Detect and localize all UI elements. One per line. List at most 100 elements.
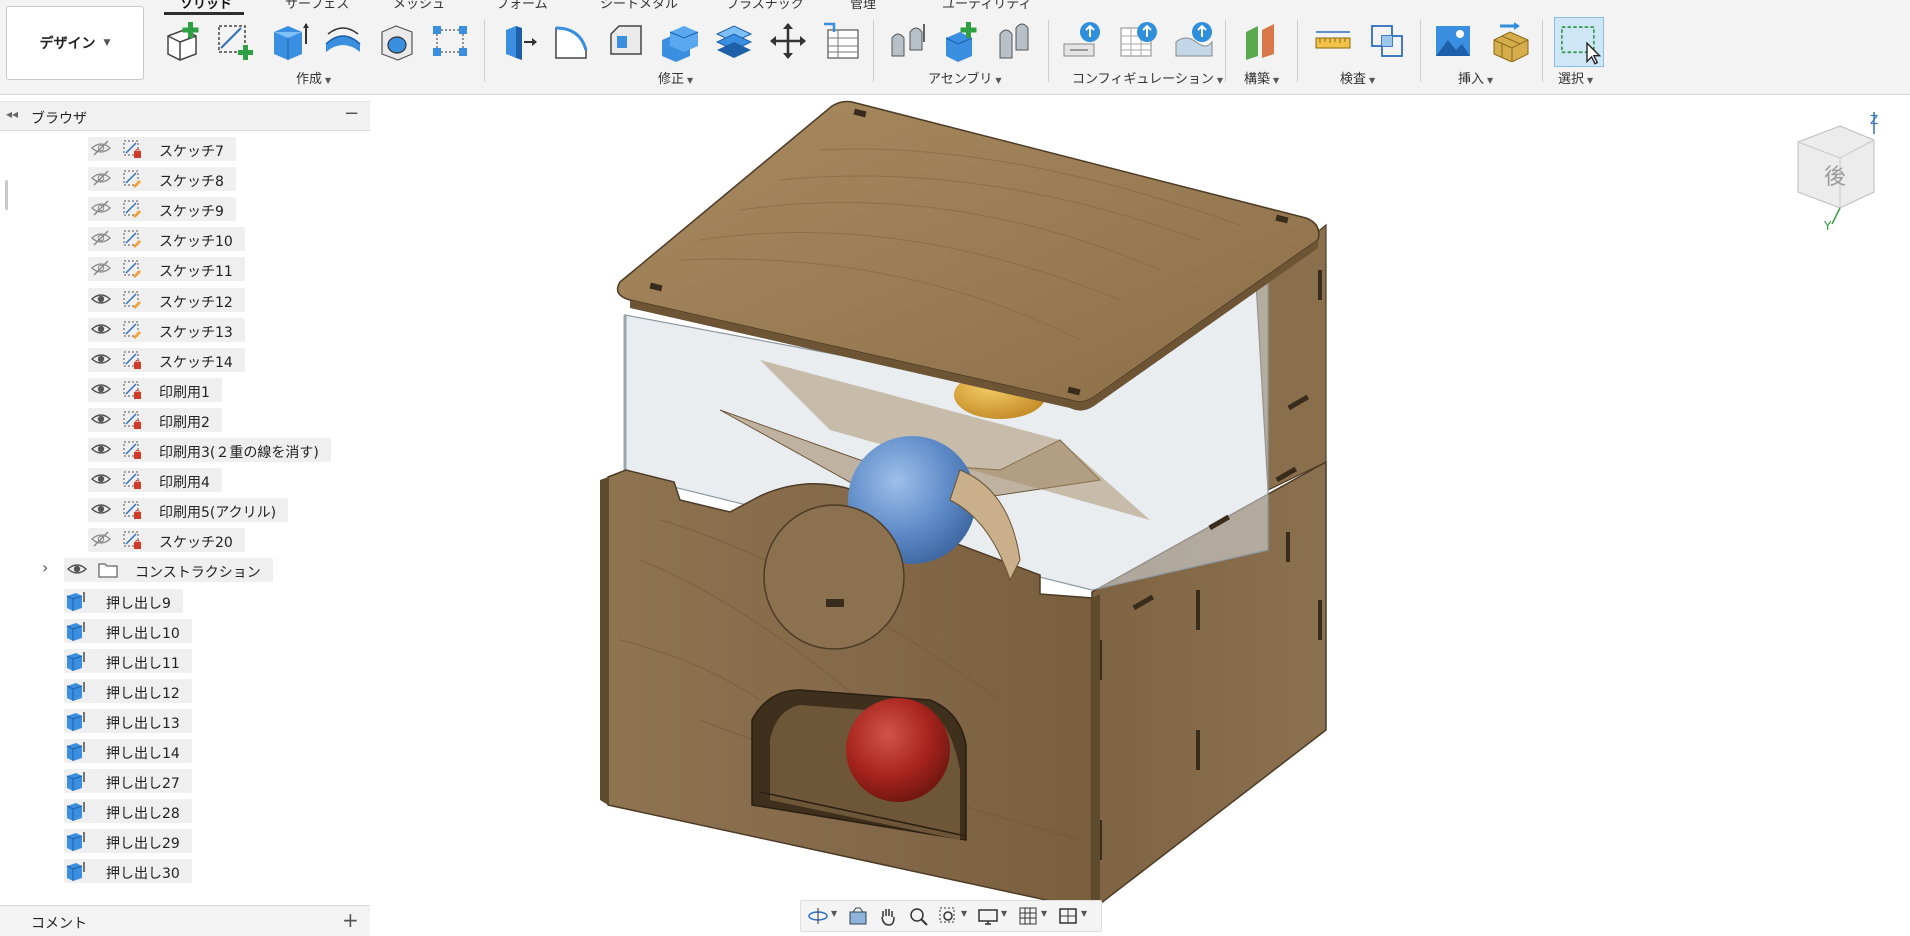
caret-down-icon[interactable]: ▼ [1081, 909, 1087, 918]
fillet-icon[interactable] [550, 20, 592, 62]
tab-manage[interactable]: 管理 [850, 0, 876, 12]
browser-item[interactable]: 印刷用4 [0, 467, 370, 493]
zoom-icon[interactable] [907, 905, 929, 927]
caret-down-icon[interactable]: ▼ [1001, 909, 1007, 918]
chamfer-icon[interactable] [605, 20, 647, 62]
display-settings-icon[interactable] [977, 905, 999, 927]
move-icon[interactable] [767, 20, 809, 62]
visibility-eye-icon[interactable] [90, 410, 112, 428]
caret-down-icon[interactable]: ▼ [961, 909, 967, 918]
caret-down-icon[interactable]: ▼ [1041, 909, 1047, 918]
visibility-eye-icon[interactable] [90, 500, 112, 518]
browser-item[interactable]: › コンストラクション [0, 557, 370, 583]
browser-item[interactable]: スケッチ10 [0, 226, 370, 252]
browser-item[interactable]: 押し出し12 [0, 678, 370, 704]
gumball-machine-model[interactable] [370, 95, 1910, 912]
new-assembly-component-icon[interactable] [940, 20, 982, 62]
browser-item[interactable]: 押し出し28 [0, 798, 370, 824]
viewports-icon[interactable] [1057, 905, 1079, 927]
configure-icon[interactable] [1060, 20, 1102, 62]
measure-icon[interactable] [1312, 20, 1354, 62]
insert-mesh-icon[interactable] [1490, 20, 1532, 63]
tab-form[interactable]: フォーム [496, 0, 548, 12]
group-construct-dropdown[interactable]: 構築 ▼ [1244, 68, 1279, 87]
browser-item[interactable]: スケッチ7 [0, 136, 370, 162]
extrude-icon[interactable] [268, 20, 310, 62]
as-built-joint-icon[interactable] [994, 20, 1036, 62]
orbit-icon[interactable] [807, 905, 829, 927]
browser-item[interactable]: 押し出し30 [0, 858, 370, 884]
group-create-dropdown[interactable]: 作成 ▼ [296, 68, 331, 87]
combine-icon[interactable] [713, 20, 755, 62]
browser-item[interactable]: 印刷用5(アクリル) [0, 497, 370, 523]
parameters-icon[interactable] [820, 20, 862, 62]
browser-item[interactable]: 押し出し14 [0, 738, 370, 764]
view-cube[interactable]: 後 Z Y [1788, 112, 1888, 233]
group-configuration-dropdown[interactable]: コンフィギュレーション ▼ [1072, 68, 1223, 87]
browser-item[interactable]: スケッチ13 [0, 317, 370, 343]
revolve-icon[interactable] [322, 20, 364, 62]
browser-item[interactable]: スケッチ11 [0, 256, 370, 282]
shell-icon[interactable] [658, 20, 700, 62]
select-window-icon[interactable] [1554, 17, 1604, 67]
browser-item[interactable]: 押し出し9 [0, 588, 370, 614]
hidden-eye-icon[interactable] [90, 229, 112, 247]
new-component-icon[interactable] [162, 20, 204, 62]
tab-mesh[interactable]: メッシュ [393, 0, 445, 12]
hidden-eye-icon[interactable] [90, 530, 112, 548]
chevron-right-icon[interactable]: › [42, 558, 48, 577]
hidden-eye-icon[interactable] [90, 169, 112, 187]
browser-item[interactable]: スケッチ20 [0, 527, 370, 553]
tab-solid[interactable]: ソリッド [180, 0, 232, 12]
fit-icon[interactable] [937, 905, 959, 927]
browser-item[interactable]: 押し出し27 [0, 768, 370, 794]
browser-item[interactable]: 押し出し13 [0, 708, 370, 734]
tab-utility[interactable]: ユーティリティ [942, 0, 1031, 12]
browser-item[interactable]: スケッチ14 [0, 347, 370, 373]
group-select-dropdown[interactable]: 選択 ▼ [1558, 68, 1593, 87]
tab-sheet-metal[interactable]: シートメタル [600, 0, 678, 12]
config-rules-icon[interactable] [1172, 20, 1214, 62]
browser-item[interactable]: 押し出し29 [0, 828, 370, 854]
visibility-eye-icon[interactable] [90, 290, 112, 308]
visibility-eye-icon[interactable] [90, 440, 112, 458]
browser-item[interactable]: 押し出し10 [0, 618, 370, 644]
insert-image-icon[interactable] [1432, 20, 1474, 62]
browser-item[interactable]: スケッチ8 [0, 166, 370, 192]
browser-item[interactable]: 押し出し11 [0, 648, 370, 674]
browser-item[interactable]: スケッチ12 [0, 287, 370, 313]
press-pull-icon[interactable] [498, 20, 540, 62]
hidden-eye-icon[interactable] [90, 259, 112, 277]
3d-viewport[interactable] [370, 95, 1910, 912]
table-icon[interactable] [1117, 20, 1159, 62]
browser-item[interactable]: スケッチ9 [0, 196, 370, 222]
browser-item[interactable]: 印刷用2 [0, 407, 370, 433]
pan-icon[interactable] [877, 905, 899, 927]
offset-plane-icon[interactable] [1240, 20, 1282, 62]
create-sketch-icon[interactable] [215, 20, 257, 62]
tab-surface[interactable]: サーフェス [285, 0, 349, 12]
look-at-icon[interactable] [847, 905, 869, 927]
group-modify-dropdown[interactable]: 修正 ▼ [658, 68, 693, 87]
visibility-eye-icon[interactable] [90, 380, 112, 398]
collapse-panel-icon[interactable]: ◂◂ [6, 107, 18, 121]
group-insert-dropdown[interactable]: 挿入 ▼ [1458, 68, 1493, 87]
browser-item[interactable]: 印刷用1 [0, 377, 370, 403]
group-assembly-dropdown[interactable]: アセンブリ ▼ [928, 68, 1002, 87]
visibility-eye-icon[interactable] [66, 560, 88, 578]
hidden-eye-icon[interactable] [90, 139, 112, 157]
pattern-icon[interactable] [429, 20, 471, 62]
tab-plastic[interactable]: プラスチック [726, 0, 804, 12]
group-inspect-dropdown[interactable]: 検査 ▼ [1340, 68, 1375, 87]
browser-item[interactable]: 印刷用3(２重の線を消す) [0, 437, 370, 463]
hole-icon[interactable] [376, 20, 418, 62]
minimize-panel-icon[interactable]: − [344, 103, 359, 124]
joint-icon[interactable] [888, 20, 930, 62]
interference-icon[interactable] [1366, 20, 1408, 62]
workspace-selector-button[interactable]: デザイン ▼ [6, 6, 144, 80]
visibility-eye-icon[interactable] [90, 470, 112, 488]
visibility-eye-icon[interactable] [90, 350, 112, 368]
hidden-eye-icon[interactable] [90, 199, 112, 217]
caret-down-icon[interactable]: ▼ [831, 909, 837, 918]
visibility-eye-icon[interactable] [90, 320, 112, 338]
